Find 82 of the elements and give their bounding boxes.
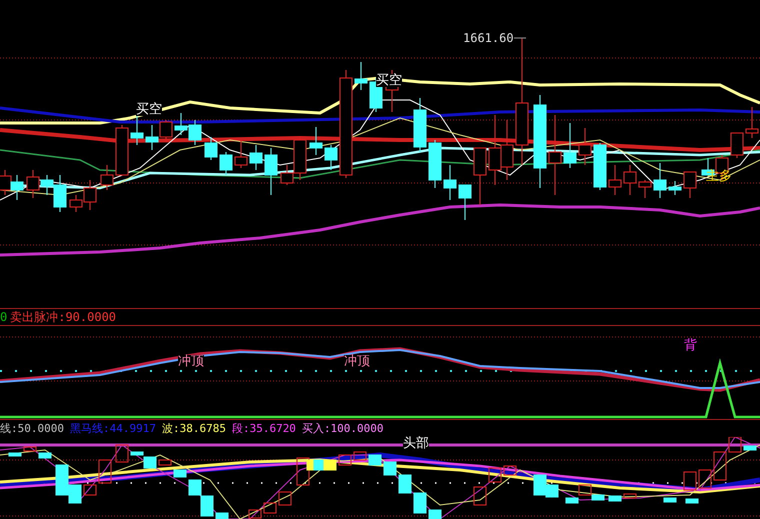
candlestick (248, 510, 262, 518)
candlestick (564, 122, 576, 168)
candlestick (278, 492, 292, 506)
candlestick (310, 126, 322, 156)
candlestick (84, 484, 96, 496)
signal-label: 买空 (136, 103, 162, 116)
candlestick (116, 124, 128, 176)
signal-label: 冲顶 (178, 355, 204, 368)
candlestick (414, 492, 426, 514)
candlestick (698, 470, 712, 488)
candlestick (250, 144, 262, 170)
candlestick (200, 496, 214, 516)
candlestick (714, 452, 726, 480)
candlestick (668, 180, 682, 196)
candlestick (566, 498, 578, 504)
candlestick (188, 480, 202, 496)
signal-label: 背 (684, 339, 697, 352)
candlestick (428, 140, 442, 188)
candlestick (158, 460, 172, 466)
candlestick (504, 466, 516, 476)
high-price-label: 1661.60 (463, 31, 514, 45)
candlestick (684, 172, 696, 198)
candlestick (188, 120, 202, 146)
candlestick (474, 148, 486, 206)
candlestick (338, 454, 352, 466)
candlestick (744, 446, 756, 450)
candlestick (116, 444, 128, 462)
candlestick (384, 462, 396, 476)
candlestick (664, 498, 676, 502)
indicator-legend: 黑马线:44.9917 (70, 421, 156, 436)
candlestick (174, 470, 186, 478)
candlestick (24, 446, 36, 452)
signal-label: 头部 (403, 437, 429, 450)
candlestick (638, 180, 652, 198)
candlestick (686, 498, 698, 504)
candlestick (578, 128, 592, 166)
signal-label: 买空 (376, 74, 402, 87)
candlestick (146, 124, 158, 150)
candlestick (10, 174, 24, 200)
candlestick (728, 437, 742, 452)
candlestick (488, 114, 502, 186)
candlestick (608, 164, 622, 196)
indicator-legend: 线:50.0000 (0, 421, 64, 436)
indicator-legend: 段:35.6720 (232, 421, 296, 436)
candlestick (398, 474, 412, 494)
candlestick (474, 486, 486, 506)
candlestick (354, 452, 366, 460)
candlestick (608, 496, 622, 502)
indicator-legend: 买入:100.0000 (302, 421, 384, 436)
candlestick (354, 62, 368, 90)
candlestick (684, 472, 696, 490)
candlestick (654, 162, 666, 198)
candlestick (98, 460, 112, 484)
candlestick (324, 460, 336, 470)
signal-label: 冲顶 (344, 355, 370, 368)
candlestick (100, 164, 114, 190)
indicator-legend: 波:38.6785 (162, 421, 226, 436)
candlestick (414, 98, 426, 152)
candlestick (488, 468, 502, 482)
candlestick (730, 132, 744, 158)
candlestick (160, 120, 172, 142)
candlestick (444, 164, 456, 200)
candlestick (8, 452, 22, 456)
candlestick (174, 112, 188, 136)
candlestick (624, 164, 636, 196)
candlestick (220, 152, 232, 176)
candlestick (26, 170, 40, 198)
candlestick (500, 120, 514, 180)
indicator-legend: 0 (0, 310, 8, 324)
indicator-legend: 卖出脉冲:90.0000 (10, 308, 116, 326)
candlestick (594, 142, 606, 190)
candlestick (234, 140, 248, 168)
candlestick (264, 148, 278, 196)
candlestick (458, 184, 472, 220)
candlestick (368, 454, 382, 466)
candlestick (428, 510, 442, 519)
candlestick (38, 452, 52, 458)
candlestick (624, 494, 636, 498)
candlestick (216, 512, 228, 519)
candlestick (324, 144, 338, 170)
candlestick (204, 136, 218, 160)
candlestick (264, 502, 276, 514)
